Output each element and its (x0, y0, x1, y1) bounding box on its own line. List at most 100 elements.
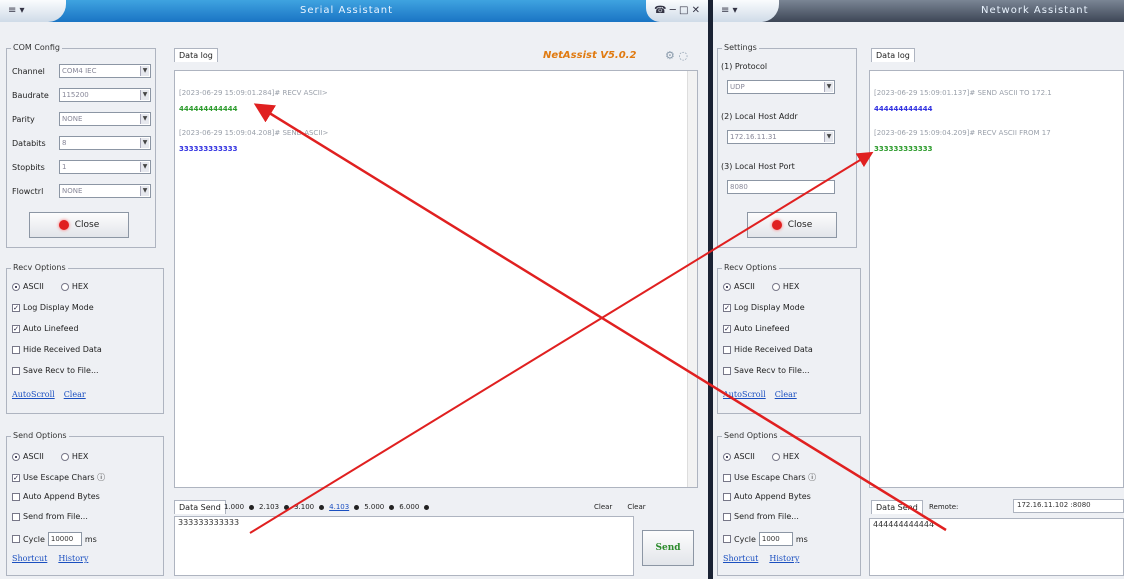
radio-ascii[interactable] (723, 452, 731, 461)
radio-ascii[interactable] (723, 282, 731, 291)
log-scrollbar[interactable] (687, 71, 697, 487)
com-field-select[interactable]: 1 ▼ (59, 160, 151, 174)
protocol-select[interactable]: UDP ▼ (727, 80, 835, 94)
radio-hex[interactable] (771, 452, 780, 461)
radio-hex[interactable] (60, 452, 69, 461)
com-field-select[interactable]: COM4 IEC ▼ (59, 64, 151, 78)
checkbox[interactable] (12, 512, 20, 521)
cycle-input[interactable]: 10000 (47, 532, 82, 546)
com-field-label: Flowctrl (12, 186, 44, 196)
log-line: [2023-06-29 15:09:01.137]# SEND ASCII TO… (874, 89, 1052, 97)
host-addr-select[interactable]: 172.16.11.31 ▼ (727, 130, 835, 144)
app-menu-button[interactable]: ≡ ▾ (713, 0, 779, 22)
clear-link[interactable]: Clear (775, 390, 797, 399)
send-option-row: Use Escape Chars ⓘ (723, 472, 816, 483)
tab-data-send[interactable]: Data Send (174, 500, 226, 514)
send-encoding-row: ASCII HEX (723, 452, 799, 461)
send-button[interactable]: Send (642, 530, 694, 566)
com-field-value: COM4 IEC (62, 67, 97, 75)
app-menu-button[interactable]: ≡ ▾ (0, 0, 66, 22)
cycle-row: Cycle 1000 ms (723, 532, 808, 546)
data-log-area[interactable]: [2023-06-29 15:09:01.284]# RECV ASCII> 44… (174, 70, 698, 488)
com-field-select[interactable]: 8 ▼ (59, 136, 151, 150)
cycle-checkbox[interactable] (723, 535, 731, 543)
cycle-checkbox[interactable] (12, 535, 20, 543)
quick-send-button[interactable]: 1.000 (224, 503, 244, 511)
checkbox[interactable]: ✓ (12, 324, 20, 333)
radio-hex[interactable] (771, 282, 780, 291)
port-status-icon (58, 220, 69, 230)
com-field-value: 1 (62, 163, 67, 171)
tab-data-send[interactable]: Data Send (871, 500, 923, 514)
title-bar: ≡ ▾ Network Assistant (713, 0, 1124, 22)
checkbox[interactable] (723, 473, 731, 482)
quick-send-button[interactable]: 3.100 (294, 503, 314, 511)
recv-links-row: AutoScroll Clear (723, 390, 797, 399)
cycle-row: Cycle 10000 ms (12, 532, 97, 546)
tab-data-log[interactable]: Data log (174, 48, 218, 62)
com-field-select[interactable]: NONE ▼ (59, 184, 151, 198)
cycle-unit: ms (795, 534, 808, 544)
checkbox[interactable] (723, 345, 731, 354)
host-port-input[interactable]: 8080 (727, 180, 835, 194)
radio-ascii[interactable] (12, 282, 20, 291)
checkbox[interactable]: ✓ (12, 473, 20, 482)
quick-send-button[interactable]: 2.103 (259, 503, 279, 511)
recv-option-row: ✓ Auto Linefeed (12, 324, 79, 333)
checkbox[interactable] (12, 366, 20, 375)
history-link[interactable]: History (769, 554, 799, 563)
group-title: Recv Options (11, 263, 68, 272)
com-field-value: 115200 (62, 91, 89, 99)
cycle-input[interactable]: 1000 (758, 532, 793, 546)
clear-recv-button[interactable]: Clear (594, 503, 612, 511)
recv-option-row: ✓ Log Display Mode (12, 303, 94, 312)
checkbox[interactable] (12, 345, 20, 354)
checkbox[interactable]: ✓ (723, 303, 731, 312)
window-controls[interactable]: ☎ ─ □ ✕ (646, 0, 708, 22)
radio-ascii-label: ASCII (734, 452, 755, 461)
quick-send-button[interactable]: 5.000 (364, 503, 384, 511)
send-input[interactable]: 333333333333 (174, 516, 634, 576)
radio-ascii[interactable] (12, 452, 20, 461)
recv-encoding-row: ASCII HEX (723, 282, 799, 291)
send-encoding-row: ASCII HEX (12, 452, 88, 461)
window-title: Network Assistant (981, 5, 1089, 16)
radio-hex[interactable] (60, 282, 69, 291)
chevron-down-icon: ▼ (140, 90, 149, 100)
autoscroll-link[interactable]: AutoScroll (723, 390, 766, 399)
radio-hex-label: HEX (782, 282, 800, 291)
checkbox[interactable] (12, 492, 20, 501)
checkbox[interactable] (723, 492, 731, 501)
quick-send-button[interactable]: 6.000 (399, 503, 419, 511)
close-port-button[interactable]: Close (29, 212, 129, 238)
recv-option-row: ✓ Auto Linefeed (723, 324, 790, 333)
checkbox[interactable] (723, 366, 731, 375)
cycle-unit: ms (84, 534, 97, 544)
clear-send-button[interactable]: Clear (627, 503, 645, 511)
radio-hex-label: HEX (71, 452, 89, 461)
com-field-select[interactable]: NONE ▼ (59, 112, 151, 126)
socket-status-icon (771, 220, 782, 230)
checkbox[interactable]: ✓ (12, 303, 20, 312)
checkbox[interactable]: ✓ (723, 324, 731, 333)
history-link[interactable]: History (58, 554, 88, 563)
com-field-select[interactable]: 115200 ▼ (59, 88, 151, 102)
radio-ascii-label: ASCII (734, 282, 755, 291)
checkbox-label: Send from File... (23, 512, 88, 521)
settings-icon[interactable]: ⚙ ◌ (665, 49, 688, 62)
chevron-down-icon: ▼ (140, 66, 149, 76)
checkbox[interactable] (723, 512, 731, 521)
shortcut-link[interactable]: Shortcut (12, 554, 47, 563)
send-input[interactable]: 444444444444 (869, 518, 1124, 576)
host-addr-label: (2) Local Host Addr (721, 112, 798, 121)
quick-send-button[interactable]: 4.103 (329, 503, 349, 511)
close-socket-button[interactable]: Close (747, 212, 837, 238)
shortcut-link[interactable]: Shortcut (723, 554, 758, 563)
quick-send-dot-icon (319, 504, 325, 510)
remote-address-input[interactable]: 172.16.11.102 :8080 (1013, 499, 1124, 513)
data-log-area[interactable]: [2023-06-29 15:09:01.137]# SEND ASCII TO… (869, 70, 1124, 488)
tab-data-log[interactable]: Data log (871, 48, 915, 62)
clear-link[interactable]: Clear (64, 390, 86, 399)
autoscroll-link[interactable]: AutoScroll (12, 390, 55, 399)
chevron-down-icon: ▼ (140, 186, 149, 196)
